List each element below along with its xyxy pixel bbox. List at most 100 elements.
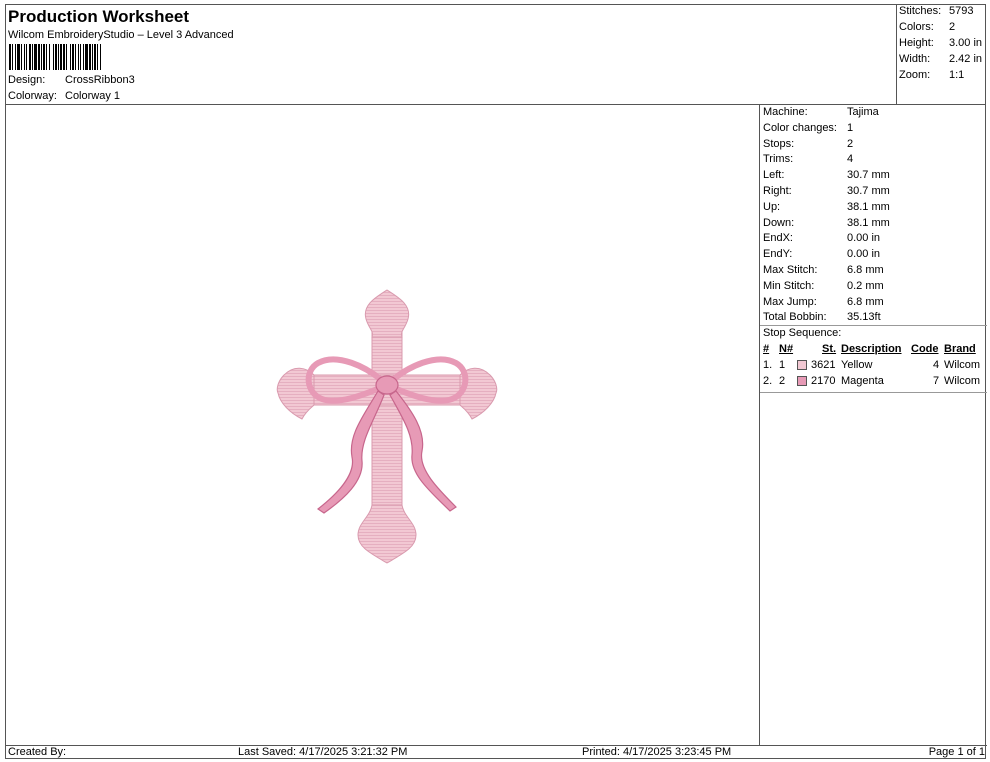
- design-label: Design:: [8, 74, 46, 86]
- machine-info-row: Machine: Tajima: [763, 106, 879, 118]
- machine-info-row: Total Bobbin: 35.13ft: [763, 311, 881, 323]
- row-stitches: 2170: [811, 375, 836, 387]
- table-row: 1. 1 3621 Yellow 4 Wilcom: [763, 359, 987, 373]
- info-value: 38.1 mm: [847, 200, 890, 213]
- footer: Created By: Last Saved: 4/17/2025 3:21:3…: [6, 745, 987, 759]
- row-description: Magenta: [841, 375, 884, 387]
- page-number: Page 1 of 1: [928, 746, 985, 758]
- divider: [760, 392, 987, 393]
- colors-value: 2: [949, 21, 956, 33]
- row-stitches: 3621: [811, 359, 836, 371]
- info-value: 30.7 mm: [847, 169, 890, 182]
- stop-sequence-title: Stop Sequence:: [763, 327, 842, 339]
- page-title: Production Worksheet: [8, 7, 190, 26]
- cross-shape: [276, 289, 498, 564]
- colorway-value: Colorway 1: [65, 90, 121, 102]
- row-needle: 2: [779, 375, 786, 387]
- last-saved: Last Saved: 4/17/2025 3:21:32 PM: [238, 746, 408, 758]
- width-row: Width: 2.42 in: [899, 53, 982, 65]
- info-value: 0.00 in: [847, 232, 881, 245]
- design-preview: [6, 105, 760, 745]
- stitches-label: Stitches:: [899, 5, 942, 17]
- info-label: Up:: [763, 200, 781, 213]
- machine-info-row: Up: 38.1 mm: [763, 201, 890, 213]
- machine-info-row: EndY: 0.00 in: [763, 248, 880, 260]
- info-value: 38.1 mm: [847, 216, 890, 229]
- row-description: Yellow: [841, 359, 873, 371]
- printed-date: Printed: 4/17/2025 3:23:45 PM: [582, 746, 732, 758]
- header: Production Worksheet Wilcom EmbroiderySt…: [6, 5, 896, 105]
- info-value: 6.8 mm: [847, 295, 884, 308]
- info-value: Tajima: [847, 106, 879, 118]
- machine-info-row: Down: 38.1 mm: [763, 217, 890, 229]
- info-label: Machine:: [763, 106, 808, 118]
- info-value: 1: [847, 121, 854, 134]
- colors-label: Colors:: [899, 21, 934, 33]
- created-by: Created By:: [8, 746, 67, 758]
- barcode: [9, 44, 184, 70]
- row-index: 1.: [763, 359, 773, 371]
- info-value: 2: [847, 137, 854, 150]
- design-row: Design: CrossRibbon3: [8, 74, 135, 86]
- machine-info-row: Max Stitch: 6.8 mm: [763, 264, 884, 276]
- machine-info-panel: Stop Sequence: # N# St. Description Code…: [760, 105, 987, 745]
- info-label: Max Stitch:: [763, 264, 818, 276]
- info-label: Stops:: [763, 137, 795, 150]
- colorway-row: Colorway: Colorway 1: [8, 90, 120, 102]
- col-description-header: Description: [841, 343, 902, 355]
- width-label: Width:: [899, 53, 931, 65]
- info-label: Max Jump:: [763, 295, 817, 308]
- info-label: Total Bobbin:: [763, 311, 827, 324]
- width-value: 2.42 in: [949, 53, 983, 65]
- stitches-value: 5793: [949, 5, 974, 17]
- info-label: Trims:: [763, 153, 794, 166]
- info-label: Color changes:: [763, 121, 837, 134]
- col-index-header: #: [763, 343, 770, 355]
- col-brand-header: Brand: [944, 343, 976, 355]
- worksheet: Production Worksheet Wilcom EmbroiderySt…: [5, 4, 987, 759]
- divider: [760, 325, 987, 326]
- row-needle: 1: [779, 359, 786, 371]
- info-value: 0.00 in: [847, 248, 881, 261]
- stop-sequence-header: # N# St. Description Code Brand: [763, 343, 987, 357]
- machine-info-row: Color changes: 1: [763, 122, 853, 134]
- row-brand: Wilcom: [944, 375, 981, 387]
- row-index: 2.: [763, 375, 773, 387]
- colorway-label: Colorway:: [8, 90, 57, 102]
- info-value: 0.2 mm: [847, 279, 884, 292]
- zoom-label: Zoom:: [899, 69, 931, 81]
- color-swatch: [797, 376, 807, 386]
- machine-info-row: EndX: 0.00 in: [763, 232, 880, 244]
- barcode-bar: [100, 44, 101, 70]
- info-label: Right:: [763, 185, 792, 197]
- row-code: 7: [933, 375, 940, 387]
- height-label: Height:: [899, 37, 934, 49]
- summary-box: Stitches: 5793 Colors: 2 Height: 3.00 in Wi…: [896, 5, 986, 105]
- table-row: 2. 2 2170 Magenta 7 Wilcom: [763, 375, 987, 389]
- info-value: 30.7 mm: [847, 185, 890, 197]
- machine-info-row: Stops: 2: [763, 138, 853, 150]
- machine-info-row: Trims: 4: [763, 153, 853, 165]
- zoom-row: Zoom: 1:1: [899, 69, 964, 81]
- row-brand: Wilcom: [944, 359, 981, 371]
- software-name: Wilcom EmbroideryStudio – Level 3 Advanc…: [8, 29, 234, 41]
- row-code: 4: [933, 359, 940, 371]
- info-label: EndX:: [763, 232, 793, 245]
- col-needle-header: N#: [779, 343, 794, 355]
- machine-info-row: Max Jump: 6.8 mm: [763, 296, 884, 308]
- col-code-header: Code: [911, 343, 939, 355]
- machine-info-row: Min Stitch: 0.2 mm: [763, 280, 884, 292]
- machine-info-row: Right: 30.7 mm: [763, 185, 890, 197]
- info-value: 6.8 mm: [847, 264, 884, 276]
- colors-row: Colors: 2: [899, 21, 955, 33]
- color-swatch: [797, 360, 807, 370]
- info-label: Left:: [763, 169, 785, 182]
- info-value: 4: [847, 153, 854, 166]
- info-label: Min Stitch:: [763, 279, 815, 292]
- stitches-row: Stitches: 5793: [899, 5, 973, 17]
- col-stitches-header: St.: [822, 343, 837, 355]
- height-value: 3.00 in: [949, 37, 983, 49]
- machine-info-row: Left: 30.7 mm: [763, 169, 890, 181]
- info-label: EndY:: [763, 248, 793, 261]
- design-value: CrossRibbon3: [65, 74, 135, 86]
